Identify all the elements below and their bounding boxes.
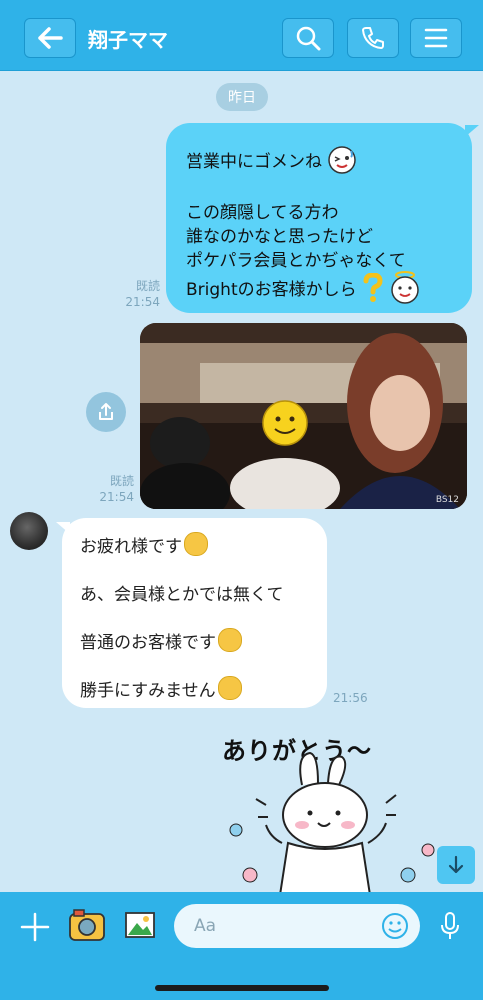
chat-header: 翔子ママ (0, 0, 483, 71)
message-time: 21:54 (125, 295, 160, 309)
incoming-message-bubble[interactable]: お疲れ様です あ、会員様とかでは無くて 普通のお客様です 勝手にすみません (56, 518, 327, 708)
smiley-icon[interactable] (380, 911, 410, 941)
phone-icon (362, 27, 384, 49)
call-button[interactable] (347, 18, 399, 58)
date-divider: 昨日 (216, 83, 268, 111)
image-icon[interactable] (124, 911, 156, 939)
message-line: あ、会員様とかでは無くて (80, 585, 284, 605)
sticker[interactable]: ありがとう～ (210, 725, 450, 895)
home-indicator (155, 985, 329, 991)
angel-face-emoji-icon (391, 271, 420, 304)
arrow-down-icon (448, 855, 464, 874)
share-icon (99, 403, 113, 420)
message-line: 誰なのかなと思ったけど (186, 227, 373, 247)
message-line: 普通のお客様です (80, 628, 242, 653)
question-mark-icon (363, 272, 383, 302)
back-arrow-icon (38, 27, 63, 49)
chat-title: 翔子ママ (88, 28, 168, 52)
photo-image (140, 323, 467, 509)
outgoing-photo[interactable]: BS12 (140, 323, 467, 509)
message-line: Brightのお客様かしら (186, 271, 421, 305)
share-button[interactable] (86, 392, 126, 432)
menu-button[interactable] (410, 18, 462, 58)
plus-icon[interactable] (20, 912, 50, 942)
back-button[interactable] (24, 18, 76, 58)
smiling-face-emoji-icon (184, 532, 208, 556)
message-line: この顔隠してる方わ (186, 203, 339, 223)
message-time: 21:54 (99, 490, 134, 504)
pleading-face-emoji-icon (218, 628, 242, 652)
search-icon (296, 26, 321, 51)
message-input[interactable]: Aa (174, 904, 420, 948)
input-placeholder: Aa (194, 916, 217, 936)
message-line: ポケパラ会員とかぢゃなくて (186, 251, 406, 271)
menu-icon (424, 28, 448, 48)
sweat-smile-emoji-icon (217, 676, 242, 700)
scroll-to-bottom-button[interactable] (437, 846, 475, 884)
avatar[interactable] (10, 512, 48, 550)
read-label: 既読 (135, 279, 160, 293)
read-receipt: 既読 21:54 (88, 473, 134, 505)
message-line: お疲れ様です (80, 532, 208, 557)
photo-watermark: BS12 (435, 495, 459, 505)
outgoing-message-bubble[interactable]: 営業中にゴメンね この顔隠してる方わ 誰なのかなと思ったけど ポケパラ会員とかぢ… (166, 123, 479, 313)
bunny-sticker-image (229, 751, 435, 895)
message-time: 21:56 (333, 691, 368, 705)
search-button[interactable] (282, 18, 334, 58)
read-label: 既読 (109, 474, 134, 488)
message-line: 営業中にゴメンね (186, 145, 357, 175)
message-line: 勝手にすみません (80, 676, 242, 701)
wink-face-emoji-icon (328, 146, 357, 174)
read-receipt: 既読 21:54 (114, 278, 160, 310)
mic-icon[interactable] (440, 911, 460, 941)
camera-icon[interactable] (68, 908, 106, 942)
